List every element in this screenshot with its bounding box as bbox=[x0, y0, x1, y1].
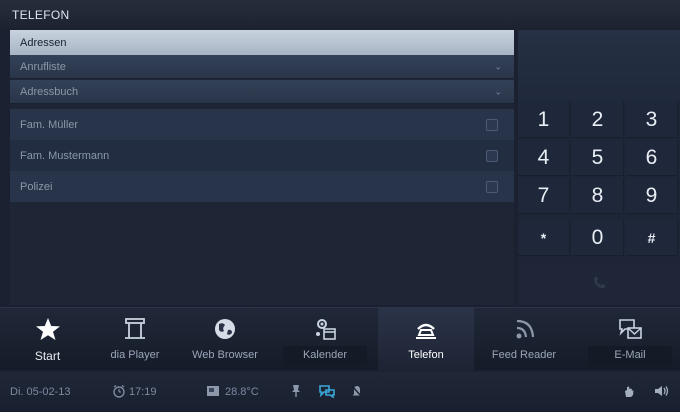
app-dock: Start dia Player Web Browser Kalender Te… bbox=[0, 307, 680, 371]
addresses-header-label: Adressen bbox=[20, 36, 67, 49]
dock-label-telefon: Telefon bbox=[408, 349, 444, 361]
status-time: 17:19 bbox=[129, 386, 157, 398]
dial-key-4[interactable]: 4 bbox=[518, 140, 570, 176]
dock-item-media-player[interactable]: dia Player bbox=[95, 308, 175, 371]
address-book-label: Adressbuch bbox=[20, 85, 79, 98]
star-icon bbox=[35, 318, 60, 340]
contact-name: Fam. Müller bbox=[20, 118, 79, 131]
mail-chat-icon bbox=[619, 319, 642, 339]
media-player-icon bbox=[125, 318, 145, 339]
globe-icon bbox=[215, 319, 235, 339]
dial-key-star[interactable]: * bbox=[518, 220, 570, 256]
dock-label-calendar: Kalender bbox=[302, 349, 348, 361]
status-date: Di. 05-02-13 bbox=[10, 386, 71, 398]
hand-icon[interactable] bbox=[622, 384, 636, 398]
contact-checkbox[interactable] bbox=[486, 118, 498, 131]
title-bar: TELEFON bbox=[0, 0, 680, 30]
dock-item-feed-reader[interactable]: Feed Reader bbox=[474, 308, 574, 371]
status-bar: Di. 05-02-13 17:19 28.8°C bbox=[0, 372, 680, 412]
dial-key-3[interactable]: 3 bbox=[626, 102, 678, 138]
dial-key-0[interactable]: 0 bbox=[572, 220, 624, 256]
dial-key-5[interactable]: 5 bbox=[572, 140, 624, 176]
contact-row[interactable]: Fam. Müller bbox=[10, 109, 514, 140]
dock-label-media-player: dia Player bbox=[110, 349, 160, 361]
dock-item-telefon[interactable]: Telefon bbox=[378, 308, 474, 371]
dial-key-6[interactable]: 6 bbox=[626, 140, 678, 176]
contact-checkbox[interactable] bbox=[486, 149, 498, 162]
alarm-clock-icon bbox=[113, 384, 125, 398]
dial-key-7[interactable]: 7 bbox=[518, 178, 570, 214]
phone-icon bbox=[416, 323, 436, 339]
dock-item-email[interactable]: E-Mail bbox=[580, 308, 680, 371]
dial-key-2[interactable]: 2 bbox=[572, 102, 624, 138]
status-temperature: 28.8°C bbox=[225, 386, 259, 398]
contact-name: Fam. Mustermann bbox=[20, 149, 110, 162]
number-display bbox=[518, 30, 680, 102]
dial-key-hash[interactable]: # bbox=[626, 220, 678, 256]
dock-label-email: E-Mail bbox=[614, 349, 646, 361]
dial-key-8[interactable]: 8 bbox=[572, 178, 624, 214]
dial-key-9[interactable]: 9 bbox=[626, 178, 678, 214]
app-title: TELEFON bbox=[12, 8, 70, 22]
dock-label-start: Start bbox=[34, 349, 61, 363]
dock-item-start[interactable]: Start bbox=[0, 308, 95, 371]
chevron-down-icon: ⌄ bbox=[494, 61, 502, 71]
dial-key-1[interactable]: 1 bbox=[518, 102, 570, 138]
call-list-dropdown[interactable]: Anrufliste ⌄ bbox=[10, 55, 514, 79]
contact-checkbox[interactable] bbox=[486, 180, 498, 193]
call-list-label: Anrufliste bbox=[20, 60, 66, 73]
speaker-icon[interactable] bbox=[654, 384, 670, 398]
rss-icon bbox=[516, 319, 535, 339]
contacts-panel: Adressen Anrufliste ⌄ Adressbuch ⌄ Fam. … bbox=[10, 30, 514, 305]
pin-icon[interactable] bbox=[289, 384, 303, 398]
calendar-gear-icon bbox=[316, 319, 336, 340]
address-book-dropdown[interactable]: Adressbuch ⌄ bbox=[10, 80, 514, 104]
chevron-down-icon: ⌄ bbox=[494, 86, 502, 96]
dock-item-calendar[interactable]: Kalender bbox=[275, 308, 375, 371]
dock-label-web-browser: Web Browser bbox=[192, 349, 258, 361]
bell-muted-icon[interactable] bbox=[350, 384, 364, 398]
messages-icon[interactable] bbox=[318, 384, 336, 398]
dock-item-web-browser[interactable]: Web Browser bbox=[175, 308, 275, 371]
contact-row[interactable]: Polizei bbox=[10, 171, 514, 202]
phone-handset-icon bbox=[594, 277, 605, 289]
addresses-header[interactable]: Adressen bbox=[10, 30, 514, 55]
weather-icon bbox=[207, 386, 219, 396]
call-button[interactable] bbox=[518, 263, 680, 303]
dialpad-panel: 1 2 3 4 5 6 7 8 9 * 0 # bbox=[518, 30, 680, 305]
dock-label-feed-reader: Feed Reader bbox=[491, 349, 557, 361]
contact-row[interactable]: Fam. Mustermann bbox=[10, 140, 514, 171]
contact-name: Polizei bbox=[20, 180, 53, 193]
